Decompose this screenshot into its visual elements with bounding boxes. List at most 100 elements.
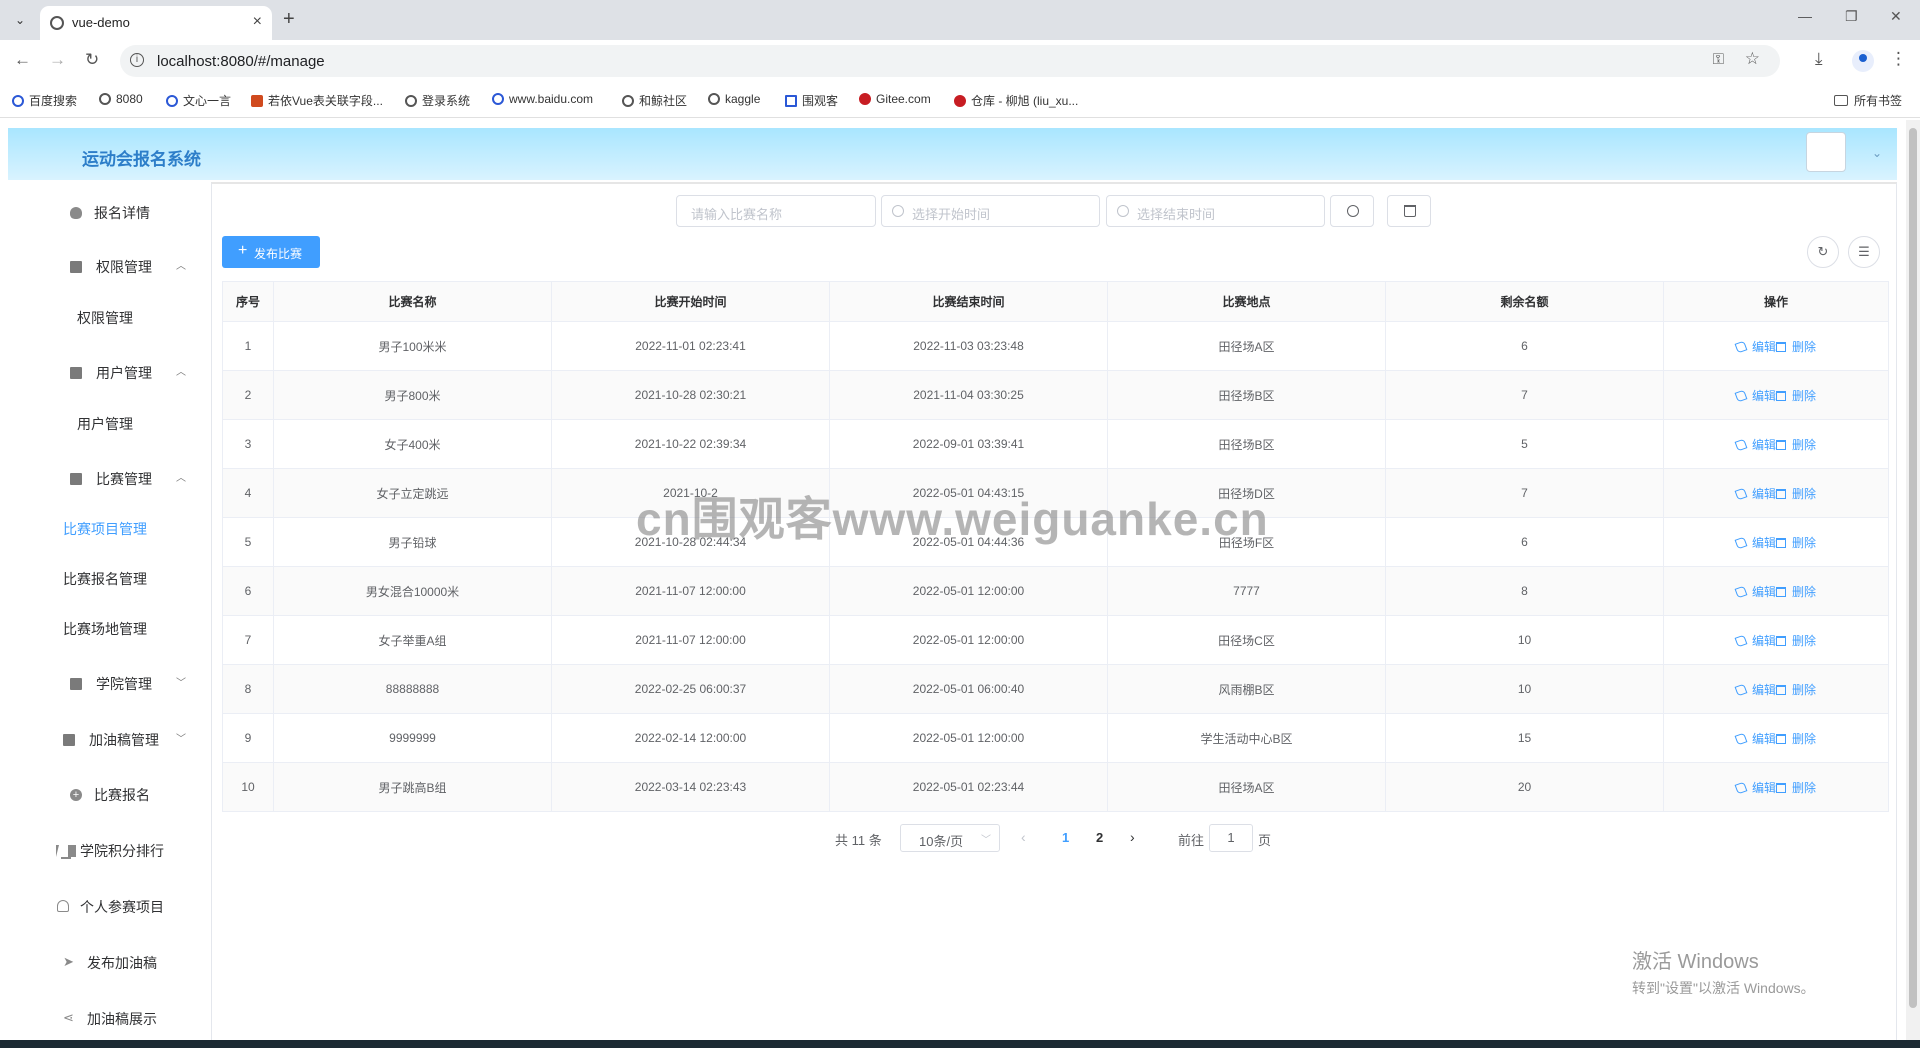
bookmark-item[interactable]: 登录系统 [405, 92, 470, 109]
bookmark-item[interactable]: 8080 [99, 92, 143, 106]
reset-button[interactable] [1387, 195, 1431, 227]
column-header[interactable]: 序号 [222, 281, 274, 322]
table-row: 10 男子跳高B组 2022-03-14 02:23:43 2022-05-01 02… [222, 762, 1889, 812]
actions-cell: 编辑 删除 [1663, 664, 1889, 714]
column-header[interactable]: 比赛开始时间 [551, 281, 830, 322]
share-icon: ⋖ [63, 1010, 74, 1025]
end-time-picker[interactable]: 选择结束时间 [1106, 195, 1325, 227]
edit-button[interactable]: 编辑 [1734, 536, 1776, 550]
edit-button[interactable]: 编辑 [1734, 389, 1776, 403]
table-cell: 7 [1385, 468, 1664, 518]
delete-button[interactable]: 删除 [1776, 585, 1816, 599]
sidebar-item-match-venue[interactable]: 比赛场地管理 [8, 610, 208, 646]
sidebar-item-cheer-group[interactable]: 加油稿管理 ﹀ [8, 721, 208, 757]
bookmark-item[interactable]: 仓库 - 柳旭 (liu_xu... [954, 92, 1078, 109]
delete-button[interactable]: 删除 [1776, 389, 1816, 403]
site-info-icon[interactable]: i [130, 53, 144, 67]
bookmark-item[interactable]: 百度搜索 [12, 92, 77, 109]
new-tab-button[interactable]: + [283, 8, 295, 31]
search-button[interactable] [1330, 195, 1374, 227]
page-size-select[interactable]: 10条/页 ﹀ [900, 824, 1000, 852]
table-cell: 2021-11-07 12:00:00 [551, 615, 830, 665]
edit-button[interactable]: 编辑 [1734, 634, 1776, 648]
sidebar-item-publish-cheer[interactable]: ➤ 发布加油稿 [8, 944, 208, 980]
column-header[interactable]: 比赛结束时间 [829, 281, 1108, 322]
tab-search-button[interactable]: ⌄ [8, 8, 32, 32]
column-header[interactable]: 操作 [1663, 281, 1889, 322]
delete-button[interactable]: 删除 [1776, 536, 1816, 550]
delete-button[interactable]: 删除 [1776, 487, 1816, 501]
refresh-button[interactable]: ↻ [1807, 236, 1839, 268]
table-row: 2 男子800米 2021-10-28 02:30:21 2021-11-04 03:… [222, 370, 1889, 420]
bookmark-star-icon[interactable]: ☆ [1745, 49, 1760, 69]
url-text[interactable]: localhost:8080/#/manage [157, 53, 325, 70]
bookmark-item[interactable]: kaggle [708, 92, 760, 106]
sidebar-item-college-ranking[interactable]: 学院积分排行 [8, 832, 208, 868]
profile-avatar-icon[interactable] [1852, 50, 1874, 72]
more-menu-icon[interactable]: ⋮ [1890, 49, 1907, 69]
publish-match-button[interactable]: + 发布比赛 [222, 236, 320, 268]
sidebar-item-permission[interactable]: 权限管理 [8, 299, 208, 335]
edit-button[interactable]: 编辑 [1734, 683, 1776, 697]
minimize-button[interactable]: — [1798, 8, 1812, 24]
scrollbar-thumb[interactable] [1909, 128, 1917, 1008]
close-tab-icon[interactable]: × [253, 13, 262, 31]
bookmark-item[interactable]: 文心一言 [166, 92, 231, 109]
edit-button[interactable]: 编辑 [1734, 732, 1776, 746]
bookmark-item[interactable]: Gitee.com [859, 92, 931, 106]
restore-button[interactable]: ❐ [1845, 8, 1858, 25]
sidebar-item-match-project[interactable]: 比赛项目管理 [8, 510, 208, 546]
close-window-button[interactable]: ✕ [1890, 8, 1902, 25]
sidebar-item-personal-projects[interactable]: 个人参赛项目 [8, 888, 208, 924]
edit-button[interactable]: 编辑 [1734, 487, 1776, 501]
edit-icon [1734, 585, 1748, 598]
delete-button[interactable]: 删除 [1776, 732, 1816, 746]
sidebar-item-match-group[interactable]: 比赛管理 ︿ [8, 460, 208, 496]
sidebar-item-user-group[interactable]: 用户管理 ︿ [8, 354, 208, 390]
prev-page-button[interactable]: ‹ [1021, 829, 1026, 845]
edit-button[interactable]: 编辑 [1734, 781, 1776, 795]
delete-button[interactable]: 删除 [1776, 634, 1816, 648]
next-page-button[interactable]: › [1130, 829, 1135, 845]
sidebar-item-match-signup[interactable]: 比赛报名管理 [8, 560, 208, 596]
delete-button[interactable]: 删除 [1776, 781, 1816, 795]
sidebar-item-permission-group[interactable]: 权限管理 ︿ [8, 248, 208, 284]
chevron-down-icon[interactable]: ⌄ [1872, 146, 1882, 160]
column-header[interactable]: 剩余名额 [1385, 281, 1664, 322]
edit-button[interactable]: 编辑 [1734, 340, 1776, 354]
sidebar-item-cheer-display[interactable]: ⋖ 加油稿展示 [8, 1000, 208, 1036]
page-number[interactable]: 1 [1062, 830, 1069, 845]
browser-tab[interactable]: vue-demo × [40, 6, 272, 40]
sidebar-item-signup-detail[interactable]: 报名详情 [8, 194, 208, 230]
sidebar-item-match-signup-user[interactable]: + 比赛报名 [8, 776, 208, 812]
start-time-picker[interactable]: 选择开始时间 [881, 195, 1100, 227]
sidebar-item-user[interactable]: 用户管理 [8, 405, 208, 441]
delete-button[interactable]: 删除 [1776, 438, 1816, 452]
match-name-input[interactable]: 请输入比赛名称 [676, 195, 876, 227]
user-avatar[interactable] [1806, 132, 1846, 172]
page-scrollbar[interactable] [1906, 120, 1920, 1040]
edit-button[interactable]: 编辑 [1734, 438, 1776, 452]
sidebar-item-college-group[interactable]: 学院管理 ﹀ [8, 665, 208, 701]
address-bar[interactable]: i localhost:8080/#/manage ⚿ ☆ [120, 45, 1780, 77]
delete-button[interactable]: 删除 [1776, 340, 1816, 354]
delete-button[interactable]: 删除 [1776, 683, 1816, 697]
column-header[interactable]: 比赛名称 [273, 281, 552, 322]
pagination-total: 共 11 条 [835, 833, 882, 848]
bookmark-item[interactable]: 若依Vue表关联字段... [251, 92, 383, 109]
edit-button[interactable]: 编辑 [1734, 585, 1776, 599]
all-bookmarks-button[interactable]: 所有书签 [1834, 92, 1902, 109]
bookmark-item[interactable]: 围观客 [785, 92, 838, 109]
goto-page-input[interactable]: 1 [1209, 824, 1253, 852]
column-header[interactable]: 比赛地点 [1107, 281, 1386, 322]
forward-arrow-icon[interactable]: → [49, 50, 66, 70]
bookmark-item[interactable]: 和鲸社区 [622, 92, 687, 109]
reload-icon[interactable]: ↻ [85, 50, 99, 70]
bookmark-item[interactable]: www.baidu.com [492, 92, 593, 106]
table-row: 9 9999999 2022-02-14 12:00:00 2022-05-01 12… [222, 713, 1889, 763]
page-number[interactable]: 2 [1096, 830, 1103, 845]
download-icon[interactable]: ⤓ [1815, 49, 1823, 69]
column-settings-button[interactable]: ☰ [1848, 236, 1880, 268]
password-key-icon[interactable]: ⚿ [1713, 51, 1724, 68]
back-arrow-icon[interactable]: ← [14, 50, 31, 70]
